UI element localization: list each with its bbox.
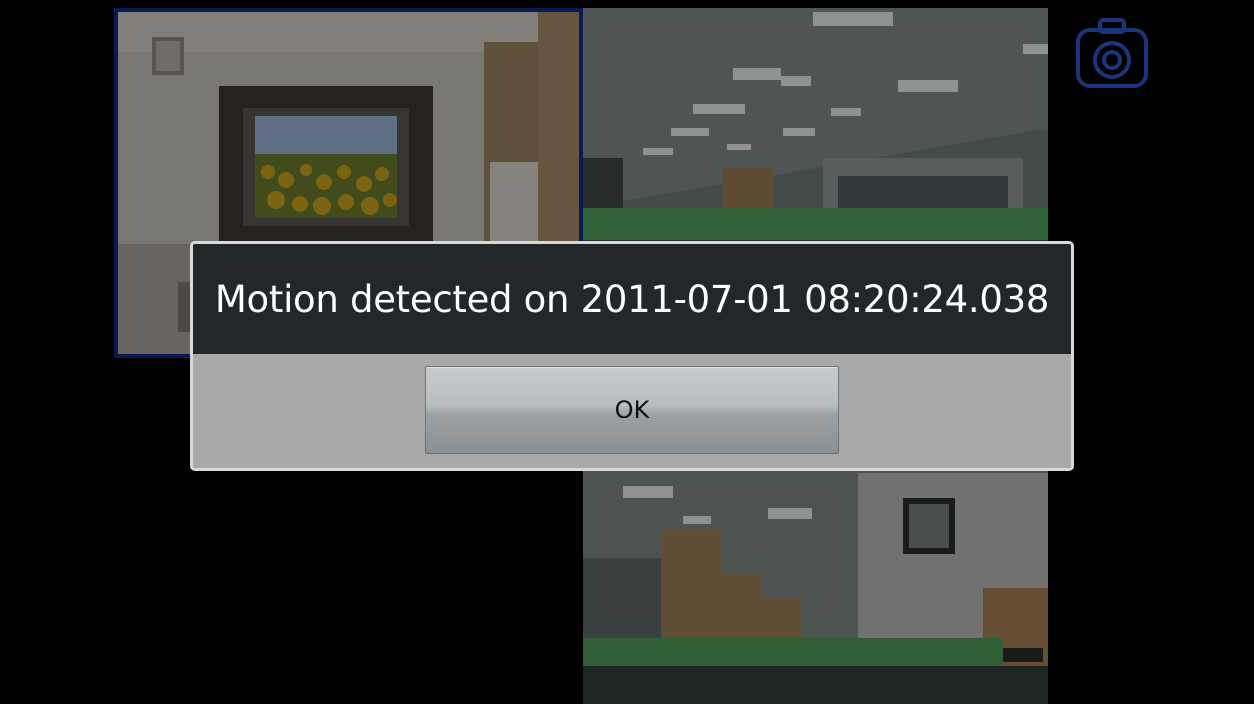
dialog-button-bar: OK <box>193 354 1071 468</box>
dialog-message: Motion detected on 2011-07-01 08:20:24.0… <box>214 277 1050 321</box>
ok-button[interactable]: OK <box>425 366 839 454</box>
dialog-header: Motion detected on 2011-07-01 08:20:24.0… <box>193 244 1071 354</box>
motion-alert-dialog: Motion detected on 2011-07-01 08:20:24.0… <box>190 241 1074 471</box>
ok-button-label: OK <box>614 396 650 424</box>
